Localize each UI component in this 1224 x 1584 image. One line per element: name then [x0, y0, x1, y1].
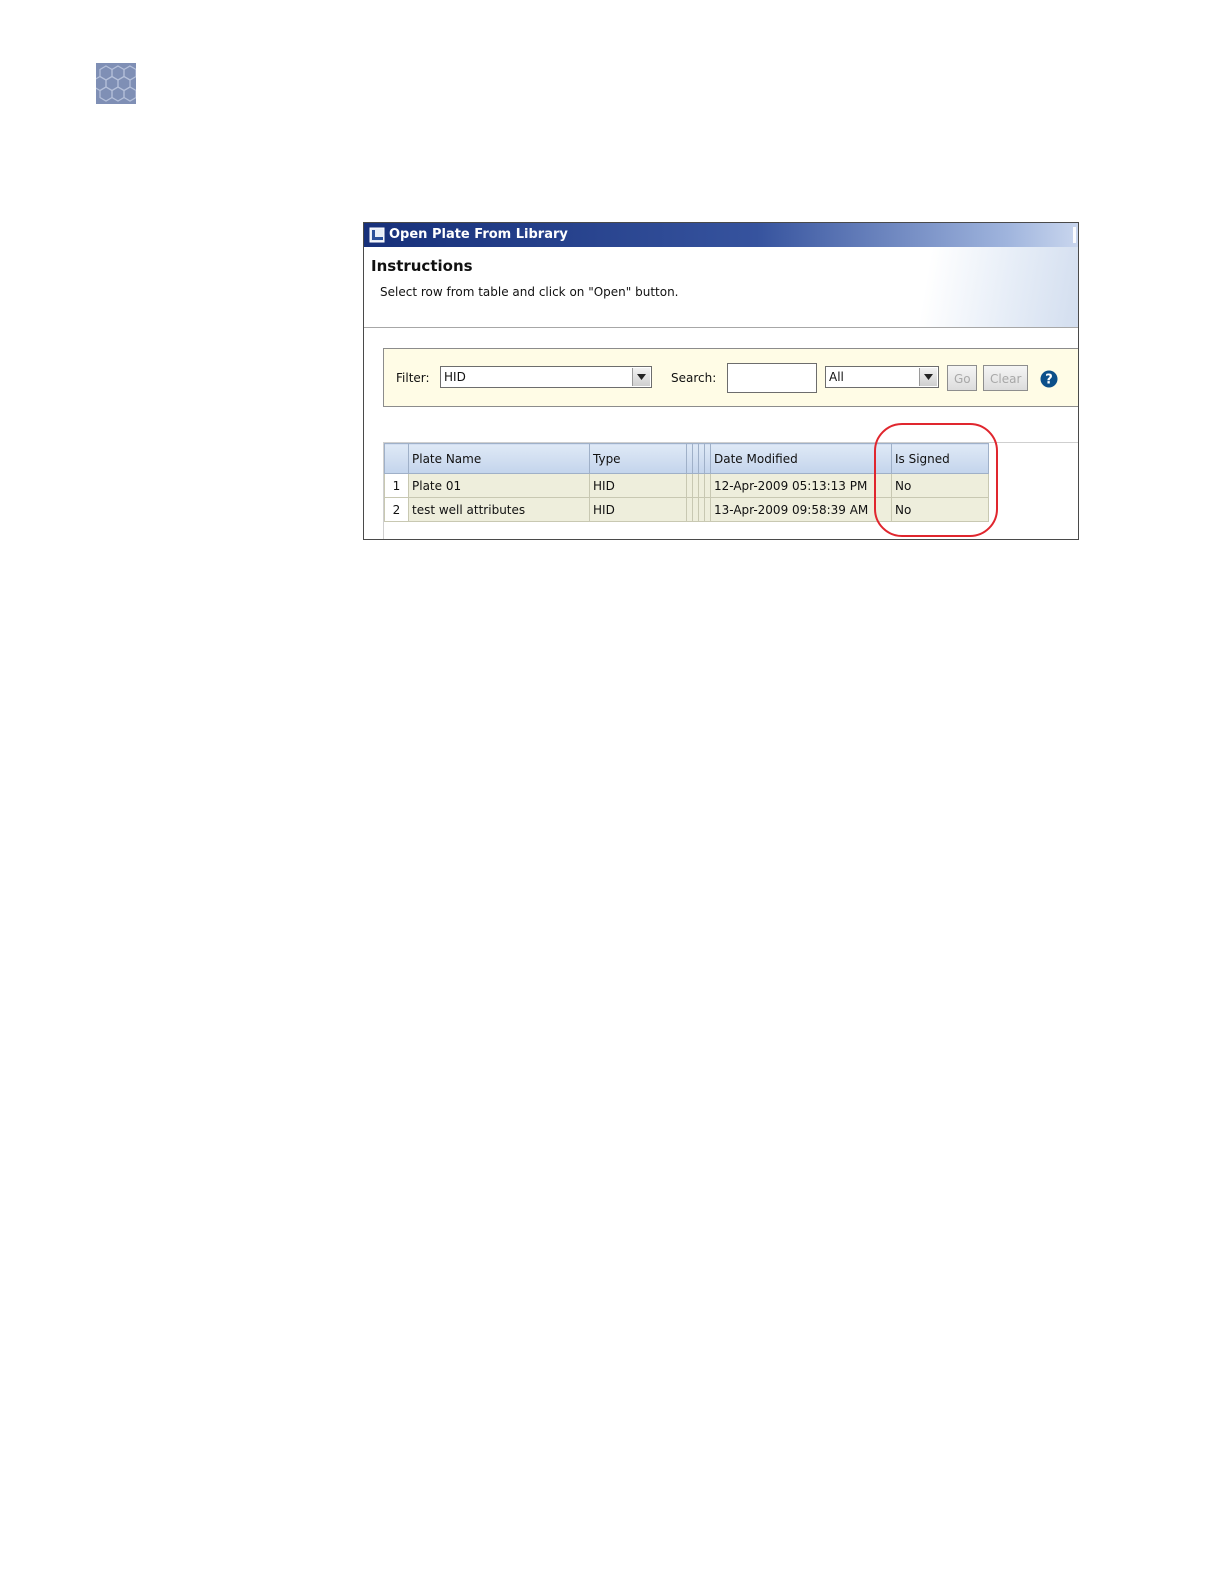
svg-text:?: ? — [1045, 373, 1053, 388]
column-header-type[interactable]: Type — [589, 443, 687, 474]
search-scope-dropdown[interactable]: All — [825, 366, 939, 388]
filter-label: Filter: — [396, 371, 430, 385]
filter-bar: Filter: HID Search: All Go Clear ? — [383, 348, 1078, 407]
instructions-text: Select row from table and click on "Open… — [380, 285, 679, 299]
filter-dropdown-value: HID — [444, 370, 466, 384]
filter-dropdown[interactable]: HID — [440, 366, 652, 388]
clear-button[interactable]: Clear — [983, 365, 1028, 391]
search-label: Search: — [671, 371, 717, 385]
go-button[interactable]: Go — [947, 365, 977, 391]
filter-dropdown-arrow[interactable] — [632, 368, 650, 386]
plate-name-cell[interactable]: test well attributes — [408, 497, 590, 522]
row-number: 2 — [384, 497, 409, 522]
help-icon[interactable]: ? — [1040, 370, 1058, 388]
type-cell[interactable]: HID — [589, 497, 687, 522]
app-window-icon — [369, 227, 385, 243]
hexagon-pattern-logo-icon — [96, 63, 136, 104]
is-signed-highlight-ring — [874, 423, 998, 537]
search-scope-arrow[interactable] — [919, 368, 937, 386]
row-number-header — [384, 443, 409, 474]
type-cell[interactable]: HID — [589, 473, 687, 498]
dialog-title: Open Plate From Library — [389, 227, 568, 242]
instructions-title: Instructions — [371, 257, 473, 275]
row-number: 1 — [384, 473, 409, 498]
date-modified-cell[interactable]: 13-Apr-2009 09:58:39 AM — [710, 497, 892, 522]
open-plate-dialog: Open Plate From Library Instructions Sel… — [363, 222, 1079, 540]
search-input[interactable] — [727, 363, 817, 393]
titlebar-edge — [1073, 227, 1076, 243]
date-modified-cell[interactable]: 12-Apr-2009 05:13:13 PM — [710, 473, 892, 498]
dialog-titlebar[interactable]: Open Plate From Library — [364, 223, 1078, 247]
column-header-plate-name[interactable]: Plate Name — [408, 443, 590, 474]
plate-name-cell[interactable]: Plate 01 — [408, 473, 590, 498]
instructions-panel: Instructions Select row from table and c… — [364, 247, 1078, 328]
search-scope-value: All — [829, 370, 844, 384]
column-header-date-modified[interactable]: Date Modified — [710, 443, 892, 474]
dropdown-arrow-icon — [637, 374, 646, 380]
dropdown-arrow-icon — [924, 374, 933, 380]
